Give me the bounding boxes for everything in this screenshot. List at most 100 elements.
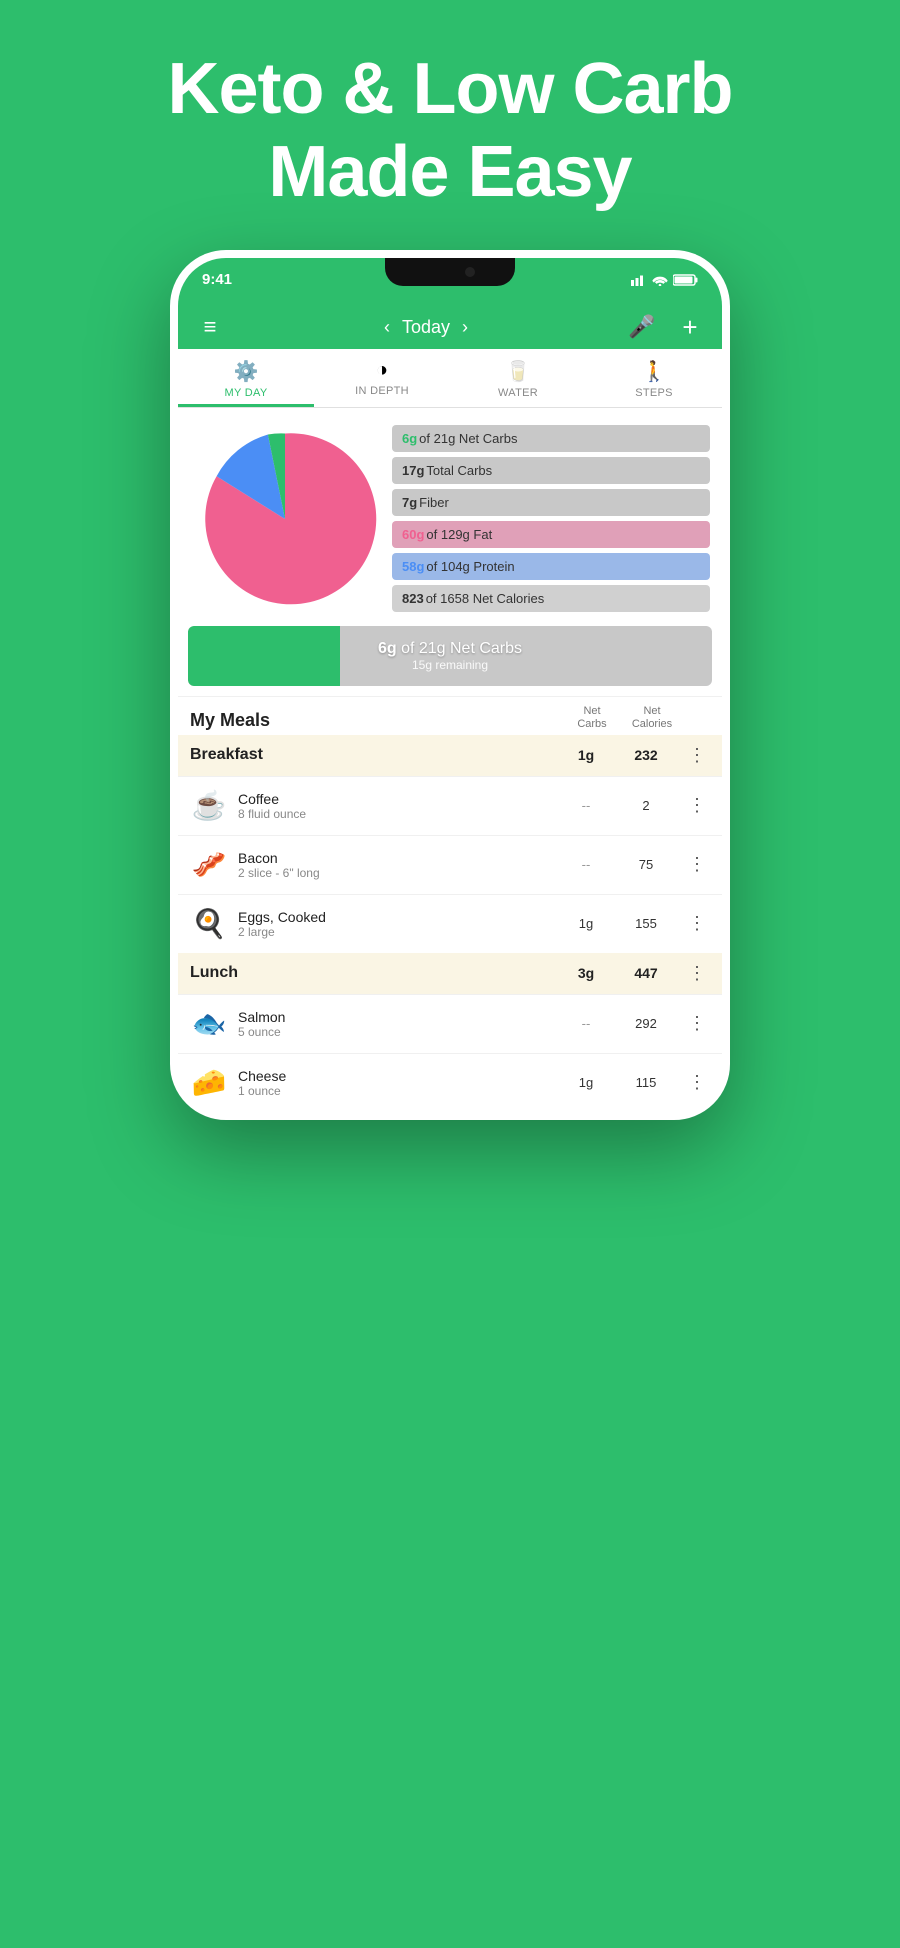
protein-label: of 104g Protein [426,559,514,574]
coffee-menu-button[interactable]: ⋮ [684,795,710,816]
calories-stat: 823 of 1658 Net Calories [392,585,710,612]
cheese-name: Cheese [238,1068,554,1084]
eggs-values: 1g 155 ⋮ [564,913,710,934]
food-item-eggs: 🍳 Eggs, Cooked 2 large 1g 155 ⋮ [178,894,722,953]
bacon-serving: 2 slice - 6" long [238,866,554,880]
salmon-net-carbs: -- [564,1016,608,1031]
cheese-calories: 115 [624,1075,668,1090]
in-depth-icon: ◑ [376,359,388,382]
bacon-net-carbs: -- [564,857,608,872]
cheese-icon: 🧀 [190,1064,228,1102]
prev-day-button[interactable]: ‹ [384,317,390,338]
progress-carbs-used: 6g [378,640,397,657]
fat-stat: 60g of 129g Fat [392,521,710,548]
eggs-calories: 155 [624,916,668,931]
eggs-net-carbs: 1g [564,916,608,931]
breakfast-group-header: Breakfast 1g 232 ⋮ [178,735,722,776]
salmon-calories: 292 [624,1016,668,1031]
calories-col-header: NetCalories [630,705,674,731]
breakfast-label: Breakfast [190,746,263,764]
mic-icon[interactable]: 🎤 [626,314,658,340]
fat-label: of 129g Fat [426,527,492,542]
coffee-serving: 8 fluid ounce [238,807,554,821]
progress-carbs-total: of 21g Net Carbs [397,640,522,657]
menu-icon[interactable]: ≡ [194,314,226,340]
salmon-icon: 🐟 [190,1005,228,1043]
fiber-value: 7g [402,495,417,510]
tabs-bar: ⚙️ MY DAY ◑ IN DEPTH 🥛 WATER 🚶 STEPS [178,349,722,408]
tab-water-label: WATER [498,387,538,399]
signal-icon [631,274,647,286]
add-button[interactable]: + [674,312,706,343]
hero-title: Keto & Low Carb Made Easy [0,48,900,214]
tab-steps[interactable]: 🚶 STEPS [586,349,722,407]
lunch-net-carbs: 3g [564,965,608,981]
app-header: ≡ ‹ Today › 🎤 + [178,302,722,349]
breakfast-net-carbs: 1g [564,747,608,763]
tab-my-day[interactable]: ⚙️ MY DAY [178,349,314,407]
food-item-salmon: 🐟 Salmon 5 ounce -- 292 ⋮ [178,994,722,1053]
eggs-menu-button[interactable]: ⋮ [684,913,710,934]
cheese-menu-button[interactable]: ⋮ [684,1072,710,1093]
salmon-values: -- 292 ⋮ [564,1013,710,1034]
nutrition-stats: 6g of 21g Net Carbs 17g Total Carbs 7g F… [392,425,710,612]
cheese-net-carbs: 1g [564,1075,608,1090]
header-nav: ‹ Today › [384,317,468,338]
eggs-serving: 2 large [238,925,554,939]
lunch-label: Lunch [190,964,238,982]
coffee-icon: ☕ [190,787,228,825]
breakfast-values: 1g 232 ⋮ [564,745,710,766]
app-content: 6g of 21g Net Carbs 17g Total Carbs 7g F… [178,408,722,1112]
progress-section: 6g of 21g Net Carbs 15g remaining [188,626,712,686]
tab-water[interactable]: 🥛 WATER [450,349,586,407]
protein-value: 58g [402,559,424,574]
bacon-values: -- 75 ⋮ [564,854,710,875]
steps-icon: 🚶 [642,359,667,384]
status-bar: 9:41 [178,258,722,302]
progress-remaining: 15g remaining [412,658,488,672]
cheese-info: Cheese 1 ounce [238,1068,554,1098]
coffee-name: Coffee [238,791,554,807]
coffee-net-carbs: -- [564,798,608,813]
phone-container: 9:41 ≡ ‹ Today › 🎤 + [0,250,900,1120]
nutrition-section: 6g of 21g Net Carbs 17g Total Carbs 7g F… [178,408,722,622]
lunch-group-header: Lunch 3g 447 ⋮ [178,953,722,994]
fat-value: 60g [402,527,424,542]
battery-icon [673,274,698,286]
bacon-name: Bacon [238,850,554,866]
breakfast-menu-button[interactable]: ⋮ [684,745,710,766]
eggs-icon: 🍳 [190,905,228,943]
meals-title: My Meals [190,710,270,731]
hero-section: Keto & Low Carb Made Easy [0,0,900,250]
salmon-menu-button[interactable]: ⋮ [684,1013,710,1034]
net-carbs-value: 6g [402,431,417,446]
status-icons [631,274,698,286]
bacon-icon: 🥓 [190,846,228,884]
net-carbs-label: of 21g Net Carbs [419,431,517,446]
meals-col-headers: Net Carbs NetCalories [570,705,710,731]
phone-frame: 9:41 ≡ ‹ Today › 🎤 + [170,250,730,1120]
water-icon: 🥛 [506,359,531,384]
breakfast-calories: 232 [624,747,668,763]
phone-notch [385,258,515,286]
total-carbs-label: Total Carbs [426,463,492,478]
lunch-menu-button[interactable]: ⋮ [684,963,710,984]
food-item-coffee: ☕ Coffee 8 fluid ounce -- 2 ⋮ [178,776,722,835]
tab-my-day-label: MY DAY [225,387,268,399]
pie-chart [190,424,380,614]
total-carbs-value: 17g [402,463,424,478]
tab-in-depth[interactable]: ◑ IN DEPTH [314,349,450,407]
next-day-button[interactable]: › [462,317,468,338]
lunch-calories: 447 [624,965,668,981]
food-item-bacon: 🥓 Bacon 2 slice - 6" long -- 75 ⋮ [178,835,722,894]
salmon-serving: 5 ounce [238,1025,554,1039]
eggs-info: Eggs, Cooked 2 large [238,909,554,939]
progress-text: 6g of 21g Net Carbs 15g remaining [188,626,712,686]
header-right: 🎤 + [626,312,706,343]
bacon-menu-button[interactable]: ⋮ [684,854,710,875]
calories-label: of 1658 Net Calories [426,591,545,606]
progress-main: 6g of 21g Net Carbs [378,640,522,658]
notch-dot [465,267,475,277]
salmon-info: Salmon 5 ounce [238,1009,554,1039]
header-date: Today [402,317,450,338]
